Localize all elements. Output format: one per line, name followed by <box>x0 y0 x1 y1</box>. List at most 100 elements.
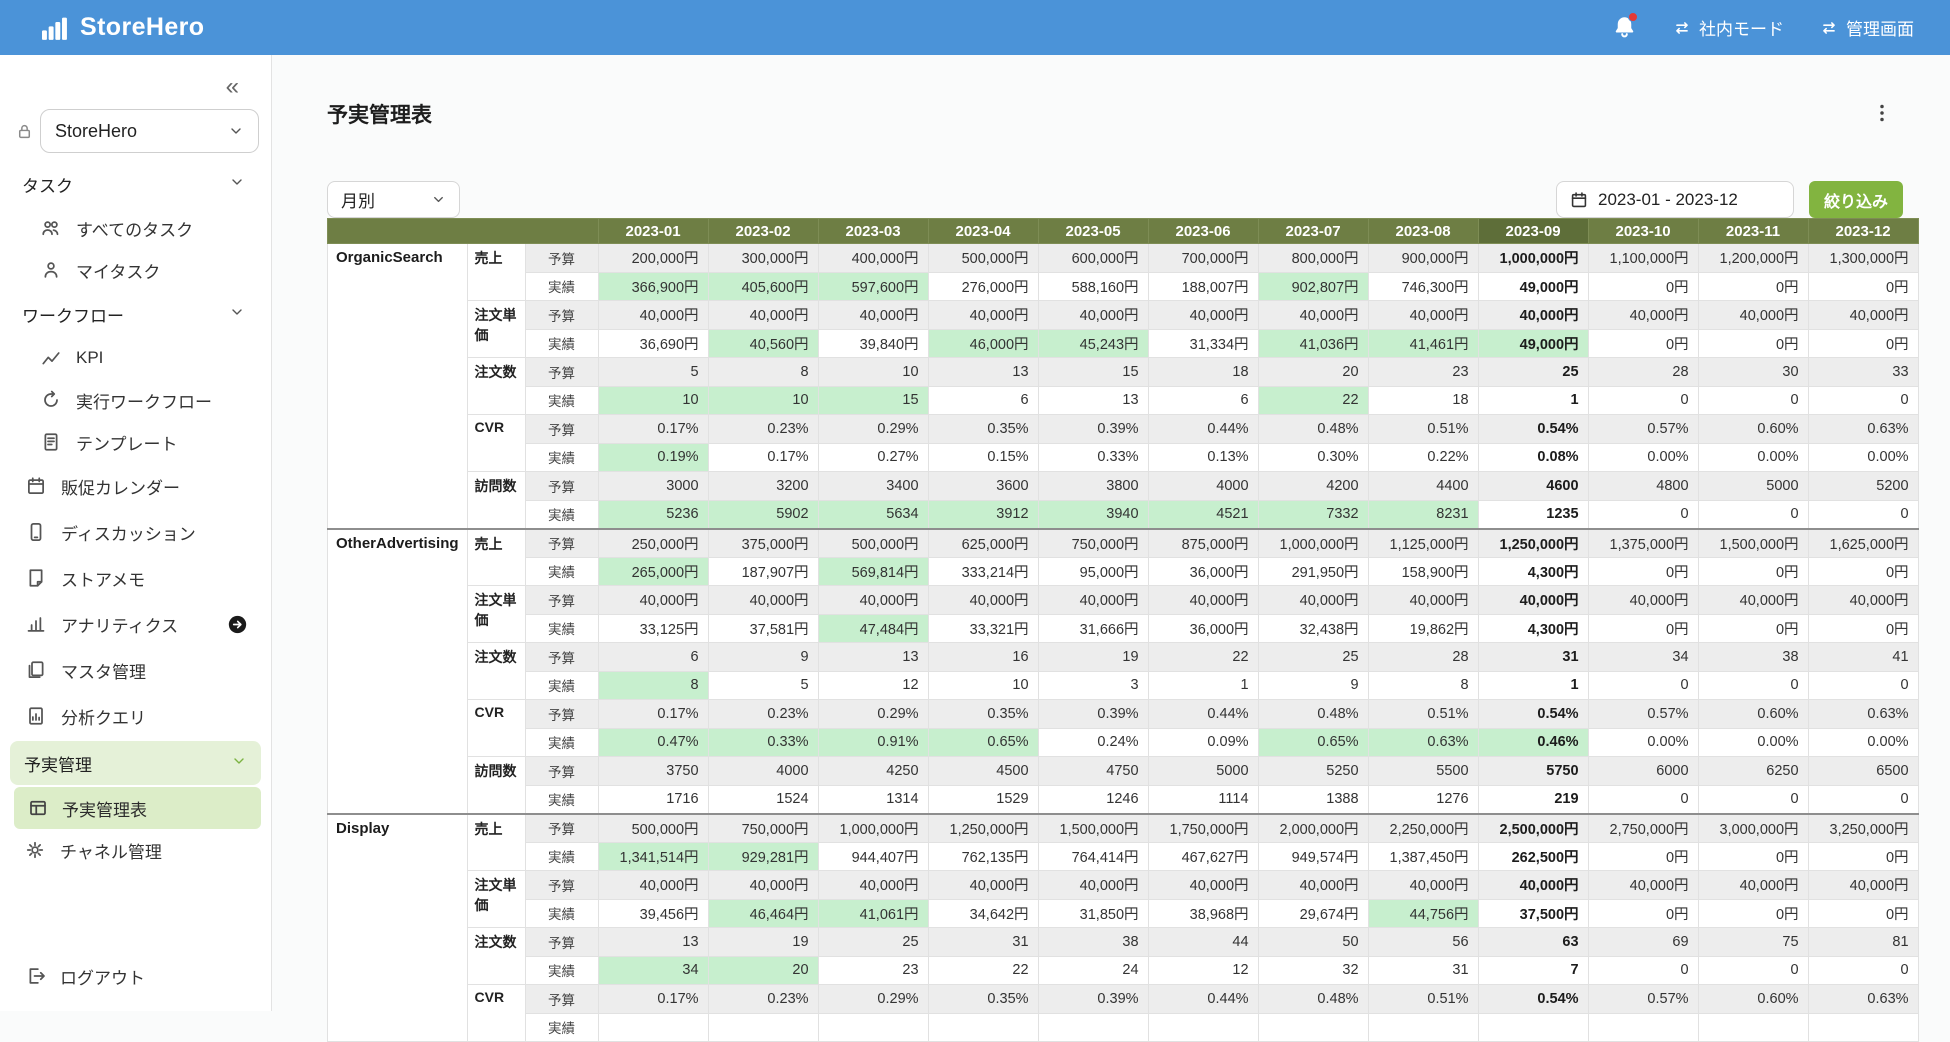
value-cell: 4000 <box>707 756 819 786</box>
logout-button[interactable]: ログアウト <box>0 955 271 997</box>
sidebar-item-discussion[interactable]: ディスカッション <box>0 509 271 555</box>
value-cell: 1114 <box>1147 784 1259 814</box>
value-cell: 50 <box>1257 927 1369 957</box>
row-type-label: 予算 <box>524 756 599 786</box>
main-content: 予実管理表 月別 2023-01 - 2023-12 絞り込み 2023-01 … <box>272 55 1950 1042</box>
value-cell: 41,036円 <box>1257 328 1369 358</box>
section-budget-wrap: 予実管理 <box>0 739 271 787</box>
arrow-right-badge-icon[interactable] <box>228 615 247 634</box>
sidebar-item-all-tasks[interactable]: すべてのタスク <box>0 207 271 249</box>
sidebar-item-kpi[interactable]: KPI <box>0 337 271 379</box>
value-cell: 1235 <box>1477 499 1589 529</box>
value-cell: 0.17% <box>707 442 819 472</box>
value-cell: 0円 <box>1697 271 1809 301</box>
sidebar-item-template[interactable]: テンプレート <box>0 421 271 463</box>
value-cell: 0円 <box>1697 841 1809 871</box>
row-type-label: 実績 <box>524 727 599 757</box>
value-cell: 375,000円 <box>707 527 819 558</box>
chevron-down-icon <box>229 174 245 195</box>
table-row: 注文単価 予算 40,000円 40,000円 40,000円 40,000円 40,000… <box>328 300 1919 358</box>
value-cell: 0円 <box>1587 271 1699 301</box>
sidebar-item-master-mgmt[interactable]: マスタ管理 <box>0 647 271 693</box>
value-cell: 20 <box>707 955 819 985</box>
line-chart-icon <box>42 352 60 365</box>
sidebar-item-analytics[interactable]: アナリティクス <box>0 601 271 647</box>
value-cell: 41,461円 <box>1367 328 1479 358</box>
value-cell: 0.63% <box>1807 699 1919 729</box>
value-cell: 569,814円 <box>817 556 929 586</box>
table-row: 実績 1,341,514円 929,281円 944,407円 762,135円 764,… <box>328 841 1919 871</box>
value-cell: 69 <box>1587 927 1699 957</box>
value-cell: 9 <box>707 642 819 672</box>
value-cell: 0.29% <box>817 414 929 444</box>
row-type-label: 予算 <box>524 812 599 843</box>
value-cell: 40,000円 <box>1367 870 1479 900</box>
month-header: 2023-01 <box>597 218 709 244</box>
section-budget-mgmt[interactable]: 予実管理 <box>10 741 261 785</box>
value-cell: 265,000円 <box>597 556 709 586</box>
brand-logo[interactable]: StoreHero <box>42 13 204 42</box>
value-cell <box>1697 1012 1809 1042</box>
admin-screen-switch[interactable]: 管理画面 <box>1820 15 1914 40</box>
table-row: 実績 36,690円 40,560円 39,840円 46,000円 45,243円 31,… <box>328 328 1919 358</box>
value-cell: 46,464円 <box>707 898 819 928</box>
value-cell: 3 <box>1037 670 1149 700</box>
sidebar-collapse-button[interactable]: « <box>0 69 271 105</box>
bar-chart-icon <box>27 617 45 632</box>
value-cell: 3750 <box>597 756 709 786</box>
value-cell: 800,000円 <box>1257 243 1369 273</box>
value-cell: 0.17% <box>597 699 709 729</box>
value-cell: 2,250,000円 <box>1367 812 1479 843</box>
value-cell: 5 <box>597 357 709 387</box>
controls-row: 月別 2023-01 - 2023-12 絞り込み <box>327 181 1950 218</box>
value-cell: 41 <box>1807 642 1919 672</box>
internal-mode-switch[interactable]: 社内モード <box>1673 15 1784 40</box>
sidebar-item-promo-calendar[interactable]: 販促カレンダー <box>0 463 271 509</box>
value-cell: 8231 <box>1367 499 1479 529</box>
section-tasks[interactable]: タスク <box>0 161 271 207</box>
value-cell: 40,000円 <box>927 585 1039 615</box>
sidebar-item-exec-workflow[interactable]: 実行ワークフロー <box>0 379 271 421</box>
value-cell: 49,000円 <box>1477 328 1589 358</box>
month-header: 2023-10 <box>1587 218 1699 244</box>
sidebar-item-label: 分析クエリ <box>61 708 146 728</box>
sidebar-item-my-tasks[interactable]: マイタスク <box>0 249 271 291</box>
date-range-picker[interactable]: 2023-01 - 2023-12 <box>1555 181 1794 218</box>
value-cell: 0円 <box>1807 556 1919 586</box>
value-cell: 0.65% <box>927 727 1039 757</box>
granularity-select[interactable]: 月別 <box>327 181 460 218</box>
value-cell: 1,300,000円 <box>1807 243 1919 273</box>
store-selector[interactable]: StoreHero <box>40 109 259 153</box>
value-cell: 18 <box>1147 357 1259 387</box>
value-cell: 13 <box>1037 385 1149 415</box>
notification-bell-button[interactable] <box>1613 11 1638 40</box>
table-row: 注文単価 予算 40,000円 40,000円 40,000円 40,000円 40,000… <box>328 585 1919 643</box>
section-workflow[interactable]: ワークフロー <box>0 291 271 337</box>
sidebar-item-store-memo[interactable]: ストアメモ <box>0 555 271 601</box>
value-cell: 20 <box>1257 357 1369 387</box>
kebab-menu-button[interactable] <box>1872 103 1892 128</box>
month-header: 2023-04 <box>927 218 1039 244</box>
row-type-label: 実績 <box>524 841 599 871</box>
value-cell: 1,250,000円 <box>927 812 1039 843</box>
value-cell: 3400 <box>817 471 929 501</box>
row-type-label: 実績 <box>524 271 599 301</box>
table-corner-header <box>327 218 599 244</box>
value-cell: 500,000円 <box>927 243 1039 273</box>
filter-button[interactable]: 絞り込み <box>1808 181 1903 218</box>
refresh-loop-icon <box>44 390 58 407</box>
sidebar-item-analysis-query[interactable]: 分析クエリ <box>0 693 271 739</box>
value-cell: 0円 <box>1697 898 1809 928</box>
value-cell: 1276 <box>1367 784 1479 814</box>
metric-label: 訪問数 <box>466 756 526 814</box>
sidebar-item-channel-mgmt[interactable]: チャネル管理 <box>0 829 271 871</box>
row-type-label: 予算 <box>524 243 599 273</box>
value-cell: 276,000円 <box>927 271 1039 301</box>
sidebar-item-budget-table[interactable]: 予実管理表 <box>14 787 261 829</box>
row-type-label: 実績 <box>524 898 599 928</box>
value-cell: 1388 <box>1257 784 1369 814</box>
value-cell: 39,840円 <box>817 328 929 358</box>
value-cell: 34,642円 <box>927 898 1039 928</box>
value-cell: 746,300円 <box>1367 271 1479 301</box>
value-cell: 0.46% <box>1477 727 1589 757</box>
